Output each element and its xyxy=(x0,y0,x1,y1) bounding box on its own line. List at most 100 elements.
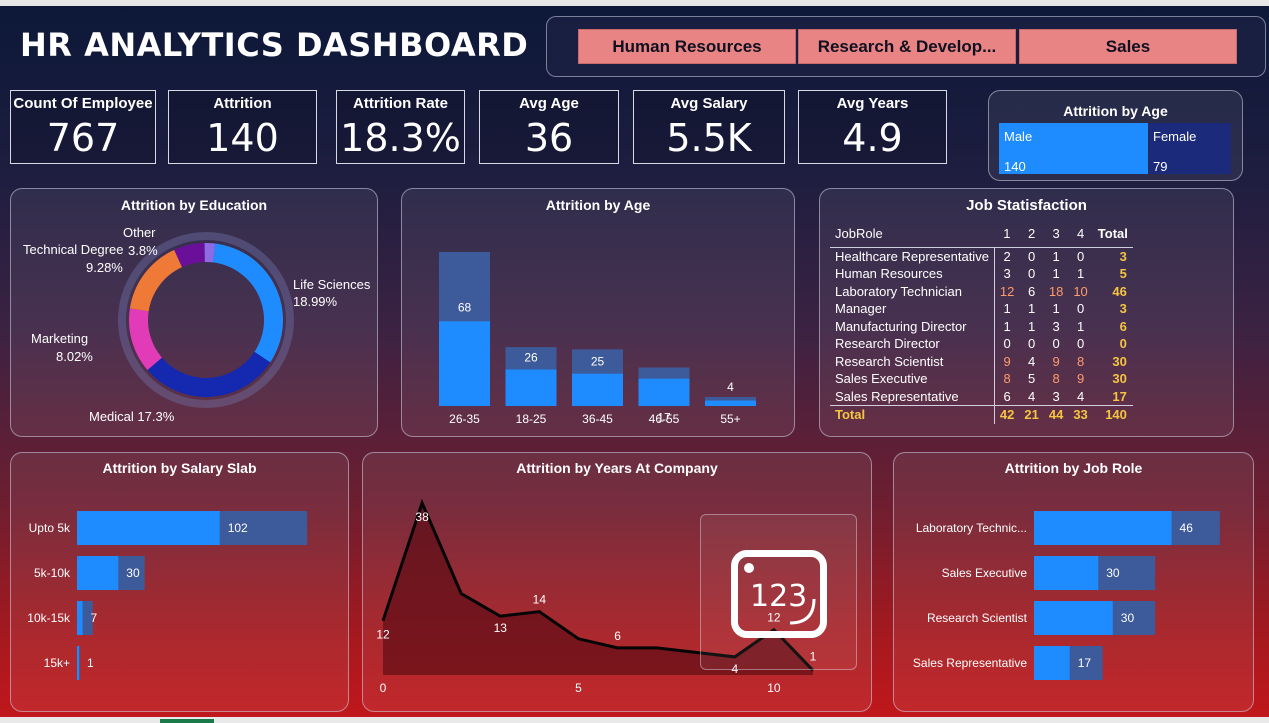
table-header[interactable]: JobRole xyxy=(830,225,995,248)
age-category-label: 18-25 xyxy=(516,412,547,426)
table-cell: 1 xyxy=(1028,301,1036,316)
gender-male-tile[interactable]: Male 140 xyxy=(999,123,1148,174)
table-cell: 3 xyxy=(1119,301,1127,316)
bar[interactable] xyxy=(77,646,79,680)
table-cell: Manager xyxy=(835,301,887,316)
table-header[interactable]: 2 xyxy=(1019,225,1044,248)
table-cell: 3 xyxy=(993,265,1020,283)
slicer-sales[interactable]: Sales xyxy=(1019,29,1237,64)
bar[interactable] xyxy=(77,601,83,635)
table-cell: 1 xyxy=(1076,266,1085,281)
age-bar[interactable] xyxy=(638,378,690,406)
age-column-chart: 6826-352618-252536-45 1746-55455+ xyxy=(439,252,756,426)
age-chart-panel: Attrition by Age 68 26-35 26 18-25 25 36-45 17… xyxy=(401,188,795,437)
table-cell: 0 xyxy=(1028,336,1036,351)
table-header[interactable]: 4 xyxy=(1068,225,1093,248)
age-bar[interactable] xyxy=(572,373,623,406)
table-row: Sales Executive 8 5 8 9 30 xyxy=(830,370,1133,388)
age-bar[interactable] xyxy=(505,369,557,406)
bar[interactable] xyxy=(1034,601,1113,635)
bar-value-label: 7 xyxy=(91,611,98,625)
table-cell: Manufacturing Director xyxy=(835,318,967,334)
donut-slice-life-sciences[interactable] xyxy=(212,243,284,363)
age-bar[interactable] xyxy=(705,400,756,406)
donut-slice-technical-degree[interactable] xyxy=(129,249,183,312)
slicer-human-resources[interactable]: Human Resources xyxy=(578,29,796,64)
years-point-label: 13 xyxy=(494,621,508,635)
bar-category-label: 10k-15k xyxy=(27,611,71,625)
slicer-research-development[interactable]: Research & Develop... xyxy=(798,29,1016,64)
bar-value-label: 30 xyxy=(1121,611,1135,625)
label-other-pct: 3.8% xyxy=(128,243,158,258)
bar[interactable] xyxy=(77,511,220,545)
bar-category-label: Laboratory Technic... xyxy=(916,521,1027,535)
table-cell: 9 xyxy=(1076,371,1085,386)
bar[interactable] xyxy=(1034,511,1172,545)
table-cell: 0 xyxy=(1028,266,1036,281)
kpi-value: 4.9 xyxy=(842,116,903,160)
gender-female-tile[interactable]: Female 79 xyxy=(1149,123,1231,174)
table-cell: 46 xyxy=(1112,283,1127,299)
job-satisfaction-panel: Job Statisfaction JobRole 1 2 3 4 Total Health… xyxy=(819,188,1234,437)
bar[interactable] xyxy=(1034,556,1099,590)
table-total-cell: Total xyxy=(830,405,995,424)
table-total-cell: 33 xyxy=(1068,405,1093,424)
bar-category-label: Sales Executive xyxy=(942,566,1028,580)
table-total-row: Total 42 21 44 33 140 xyxy=(830,405,1133,424)
table-cell: 1 xyxy=(1052,266,1060,281)
table-total-cell: 140 xyxy=(1092,405,1133,424)
table-header[interactable]: 1 xyxy=(994,225,1020,248)
years-axis-tick: 0 xyxy=(380,681,387,695)
bar-value-label: 1 xyxy=(87,656,94,670)
window-bottom-strip xyxy=(0,717,1269,723)
female-label: Female xyxy=(1153,129,1197,144)
sheet-tab[interactable] xyxy=(160,719,214,723)
table-cell: 1 xyxy=(1028,318,1036,334)
table-cell: 8 xyxy=(1076,353,1085,369)
table-cell: 9 xyxy=(1052,353,1060,369)
bar[interactable] xyxy=(1034,646,1070,680)
kpi-attrition-rate: Attrition Rate 18.3% xyxy=(336,90,465,164)
table-cell: Research Scientist xyxy=(835,353,944,369)
kpi-label: Avg Salary xyxy=(670,95,748,112)
kpi-value: 36 xyxy=(524,116,574,160)
label-other: Other xyxy=(123,225,156,240)
salary-bar-chart: 102 Upto 5k 30 5k-10k 7 10k-15k 1 15k+ xyxy=(27,511,308,680)
table-header[interactable]: 3 xyxy=(1043,225,1069,248)
label-technical-degree: Technical Degree xyxy=(23,242,123,257)
kpi-count-of-employee: Count Of Employee 767 xyxy=(10,90,156,164)
table-cell: 2 xyxy=(993,247,1020,265)
table-cell: 30 xyxy=(1112,371,1127,386)
male-label: Male xyxy=(1004,129,1033,144)
age-bar-label: 4 xyxy=(727,380,734,394)
label-medical: Medical 17.3% xyxy=(89,409,175,424)
label-marketing-pct: 8.02% xyxy=(56,349,93,364)
kpi-label: Avg Age xyxy=(519,95,579,112)
years-point-label: 12 xyxy=(376,628,390,642)
label-life-sciences: Life Sciences xyxy=(293,277,371,292)
bar-value-label: 46 xyxy=(1180,521,1194,535)
bar[interactable] xyxy=(77,556,119,590)
male-value: 140 xyxy=(1004,159,1026,174)
job-role-bar-chart: 46 Laboratory Technic... 30 Sales Executive… xyxy=(913,511,1220,680)
table-cell: 0 xyxy=(1028,248,1036,264)
kpi-attrition: Attrition 140 xyxy=(168,90,317,164)
label-life-sciences-pct: 18.99% xyxy=(293,294,338,309)
corner-arc-icon xyxy=(789,598,816,625)
kpi-value: 18.3% xyxy=(340,116,461,160)
years-point-label: 14 xyxy=(533,593,547,607)
age-bar-label: 25 xyxy=(591,355,605,369)
table-cell: 10 xyxy=(1073,283,1088,299)
table-total-cell: 42 xyxy=(993,405,1020,424)
salary-panel: Attrition by Salary Slab 102 Upto 5k 30 5k-… xyxy=(10,452,349,712)
years-axis-tick: 5 xyxy=(575,681,582,695)
bar-category-label: Research Scientist xyxy=(927,611,1028,625)
kpi-avg-years: Avg Years 4.9 xyxy=(798,90,947,164)
table-cell: 1 xyxy=(1052,248,1060,264)
table-header[interactable]: Total xyxy=(1092,225,1133,248)
education-panel: Attrition by Education Life Sciences 18.… xyxy=(10,188,378,437)
table-cell: 8 xyxy=(993,370,1020,388)
age-bar[interactable] xyxy=(439,321,490,406)
table-cell: Laboratory Technician xyxy=(835,283,962,299)
table-cell: 5 xyxy=(1028,371,1036,386)
